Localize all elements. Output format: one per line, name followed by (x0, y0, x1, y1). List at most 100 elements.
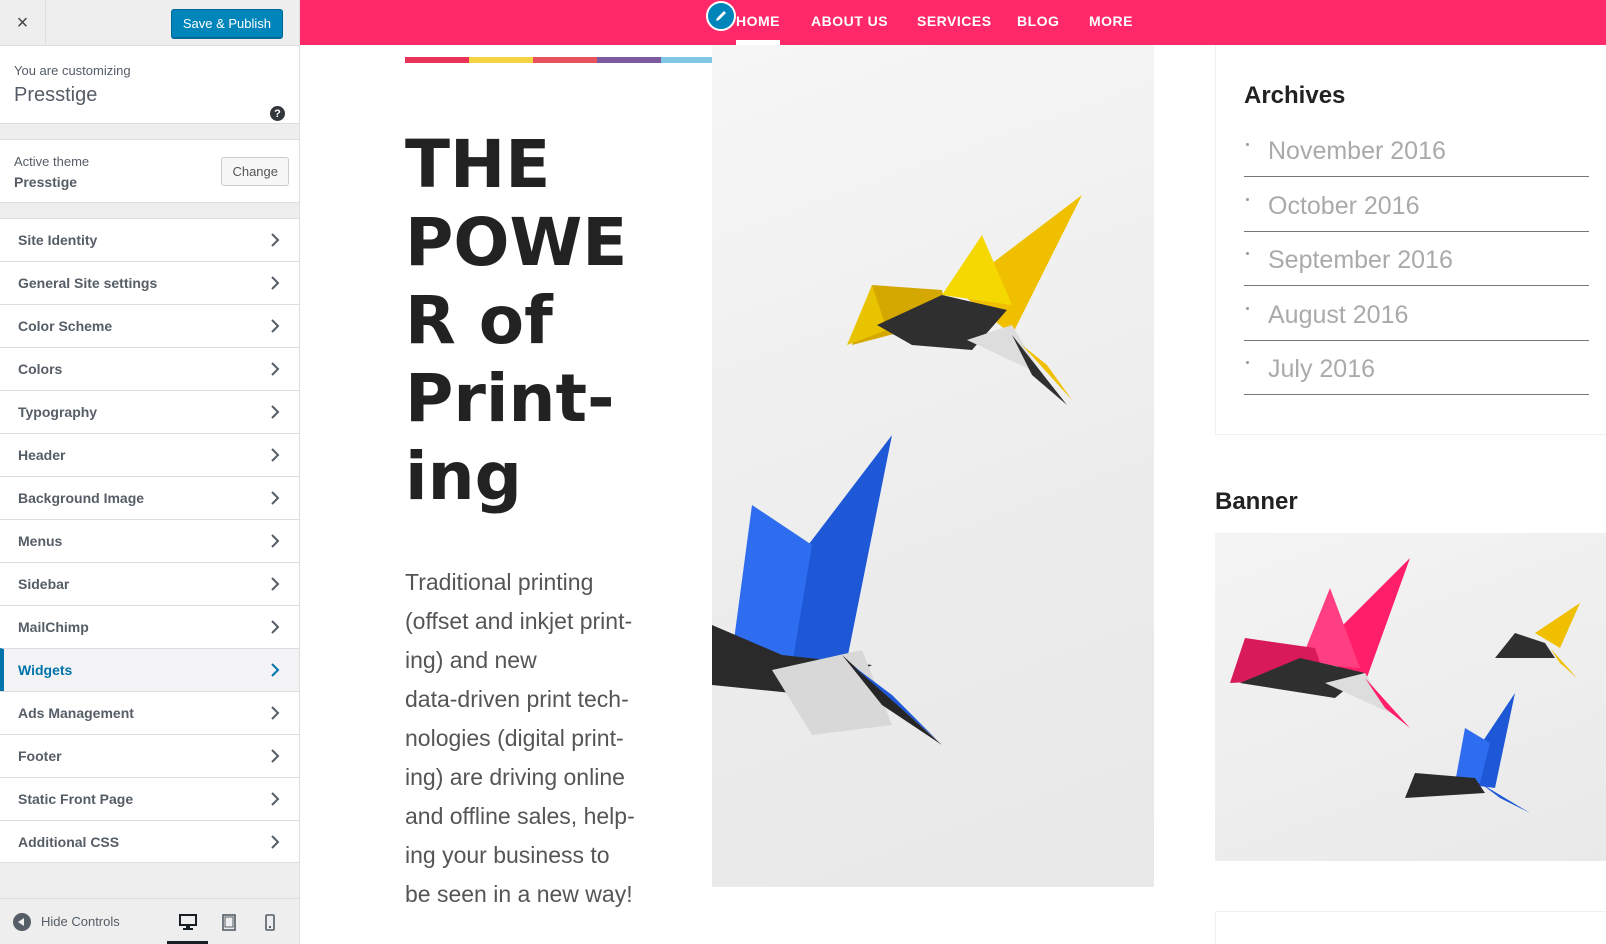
chevron-right-icon (269, 491, 281, 505)
chevron-right-icon (269, 233, 281, 247)
chevron-right-icon (269, 792, 281, 806)
intro-line: Traditional printing (405, 569, 594, 595)
collapse-arrow-icon (13, 912, 31, 931)
bullet-icon (1246, 306, 1249, 310)
chevron-right-icon (269, 620, 281, 634)
nav-more[interactable]: MORE (1089, 13, 1133, 29)
archive-link[interactable]: September 2016 (1244, 230, 1589, 286)
help-icon[interactable]: ? (270, 106, 285, 121)
intro-line: ing) are driving online (405, 764, 625, 790)
color-stripe-segment (533, 57, 597, 63)
color-stripe (405, 57, 725, 63)
nav-home[interactable]: HOME (736, 13, 780, 45)
menu-item-footer[interactable]: Footer (0, 734, 299, 777)
intro-line: be seen in a new way! (405, 881, 633, 907)
archives-title: Archives (1244, 82, 1346, 109)
customizer-footer: Hide Controls (0, 898, 299, 944)
menu-item-label: Widgets (18, 662, 73, 678)
intro-line: ing) and new (405, 647, 537, 673)
customizing-label: You are customizing (14, 63, 131, 78)
menu-item-header[interactable]: Header (0, 433, 299, 476)
banner-image[interactable] (1215, 533, 1606, 861)
desktop-preview-icon[interactable] (167, 899, 208, 944)
archive-link-label: July 2016 (1268, 355, 1376, 383)
pink-origami-bird (1230, 558, 1410, 728)
edit-pencil-icon[interactable] (706, 1, 736, 31)
menu-item-widgets[interactable]: Widgets (0, 648, 299, 691)
archive-link[interactable]: August 2016 (1244, 285, 1589, 341)
hero-intro-text: Traditional printing (offset and inkjet p… (405, 563, 645, 914)
change-theme-button[interactable]: Change (221, 157, 289, 186)
color-stripe-segment (597, 57, 661, 63)
archive-link[interactable]: November 2016 (1244, 121, 1589, 177)
menu-item-label: Site Identity (18, 232, 98, 248)
tablet-preview-icon[interactable] (208, 899, 249, 944)
headline-line: THE (405, 126, 551, 203)
hero-image (712, 45, 1154, 887)
archive-link-label: September 2016 (1268, 246, 1453, 274)
nav-services[interactable]: SERVICES (917, 13, 992, 29)
intro-line: (offset and inkjet print- (405, 608, 633, 634)
menu-item-label: Additional CSS (18, 833, 120, 850)
customizer-header: × Save & Publish (0, 0, 299, 46)
archive-link[interactable]: July 2016 (1244, 339, 1589, 395)
chevron-right-icon (269, 448, 281, 462)
save-publish-button[interactable]: Save & Publish (170, 9, 283, 38)
menu-item-label: Background Image (18, 490, 145, 506)
menu-item-label: Header (18, 447, 66, 463)
menu-item-ads-management[interactable]: Ads Management (0, 691, 299, 734)
site-name: Presstige (14, 84, 98, 106)
menu-item-site-identity[interactable]: Site Identity (0, 218, 299, 261)
intro-line: data-driven print tech- (405, 686, 629, 712)
intro-line: and offline sales, help- (405, 803, 635, 829)
menu-item-sidebar[interactable]: Sidebar (0, 562, 299, 605)
menu-item-additional-css[interactable]: Additional CSS (0, 820, 299, 863)
headline-line: R of (405, 282, 553, 359)
customizing-info: You are customizing Presstige ? (0, 46, 299, 124)
intro-line: nologies (digital print- (405, 725, 624, 751)
active-theme-panel: Active theme Presstige Change (0, 139, 299, 203)
menu-item-typography[interactable]: Typography (0, 390, 299, 433)
blue-origami-bird (712, 435, 942, 745)
nav-about-us[interactable]: ABOUT US (811, 13, 888, 29)
bullet-icon (1246, 143, 1249, 146)
close-icon[interactable]: × (0, 0, 46, 46)
chevron-right-icon (269, 663, 281, 677)
menu-item-label: General Site settings (18, 275, 158, 291)
menu-item-colors[interactable]: Colors (0, 347, 299, 390)
menu-item-label: Sidebar (18, 576, 70, 592)
hide-controls-label: Hide Controls (41, 914, 120, 929)
menu-item-label: Static Front Page (18, 791, 134, 807)
menu-item-static-front-page[interactable]: Static Front Page (0, 777, 299, 820)
headline-line: Print- (405, 360, 615, 437)
small-yellow-origami-bird (1495, 603, 1580, 678)
archive-link-label: October 2016 (1268, 191, 1420, 220)
site-preview: HOME ABOUT US SERVICES BLOG MORE THE POWE… (300, 0, 1606, 944)
headline-line: ing (405, 438, 522, 515)
mobile-preview-icon[interactable] (249, 899, 290, 944)
hide-controls-button[interactable]: Hide Controls (0, 912, 120, 931)
color-stripe-segment (405, 57, 469, 63)
bullet-icon (1246, 252, 1249, 255)
menu-item-background-image[interactable]: Background Image (0, 476, 299, 519)
menu-item-mailchimp[interactable]: MailChimp (0, 605, 299, 648)
menu-item-label: Footer (18, 748, 62, 764)
color-stripe-segment (469, 57, 533, 63)
small-blue-origami-bird (1405, 693, 1530, 813)
archive-link-label: August 2016 (1268, 300, 1409, 329)
hero-headline: THE POWE R of Print-ing (405, 126, 665, 516)
chevron-right-icon (269, 577, 281, 591)
nav-blog[interactable]: BLOG (1017, 13, 1059, 29)
customizer-menu: Site Identity General Site settings Color … (0, 218, 299, 863)
menu-item-label: Ads Management (18, 705, 134, 721)
menu-item-general-site-settings[interactable]: General Site settings (0, 261, 299, 304)
chevron-right-icon (269, 835, 281, 849)
menu-item-label: Typography (18, 404, 98, 420)
menu-item-label: Colors (18, 361, 63, 377)
banner-title: Banner (1215, 488, 1298, 515)
menu-item-menus[interactable]: Menus (0, 519, 299, 562)
bullet-icon (1246, 197, 1249, 201)
menu-item-color-scheme[interactable]: Color Scheme (0, 304, 299, 347)
archive-link[interactable]: October 2016 (1244, 176, 1589, 232)
intro-line: ing your business to (405, 842, 610, 868)
